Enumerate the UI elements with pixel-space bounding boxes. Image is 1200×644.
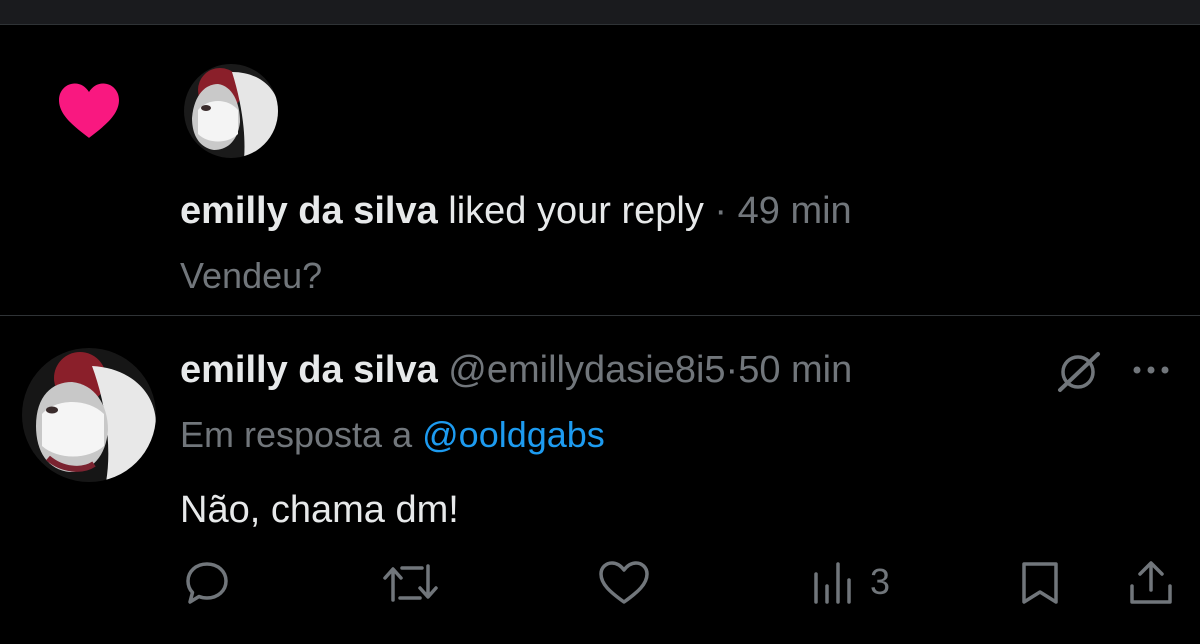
avatar[interactable] xyxy=(184,64,278,158)
tweet-header: emilly da silva @emillydasie8i5·50 min xyxy=(180,346,852,394)
views-button[interactable]: 3 xyxy=(808,558,908,608)
liked-reply-text: Vendeu? xyxy=(180,255,323,296)
reply-prefix: Em resposta a xyxy=(180,414,413,455)
tweet-avatar[interactable] xyxy=(22,348,156,482)
notification-time: 49 min xyxy=(737,190,852,232)
bookmark-button[interactable] xyxy=(1016,558,1064,608)
top-bar xyxy=(0,0,1200,25)
tweet-user-name[interactable]: emilly da silva xyxy=(180,349,438,391)
more-options-icon[interactable] xyxy=(1126,358,1176,382)
notification-action-text: liked your reply xyxy=(448,190,704,232)
reply-mention-link[interactable]: @ooldgabs xyxy=(422,414,605,455)
divider xyxy=(0,315,1200,316)
retweet-icon xyxy=(383,564,438,602)
reply-context: Em resposta a @ooldgabs xyxy=(180,412,605,458)
share-icon xyxy=(1130,561,1172,604)
like-button[interactable] xyxy=(596,558,652,608)
views-chart-icon xyxy=(814,562,851,604)
tweet-time[interactable]: 50 min xyxy=(738,349,852,391)
separator-dot: · xyxy=(725,349,739,391)
bookmark-icon xyxy=(1022,562,1058,604)
notification-user-name[interactable]: emilly da silva xyxy=(180,190,438,232)
views-count: 3 xyxy=(870,561,891,602)
reply-button[interactable] xyxy=(182,558,232,608)
heart-icon xyxy=(59,83,119,138)
separator-dot: · xyxy=(714,190,728,232)
share-button[interactable] xyxy=(1124,558,1178,608)
grok-icon[interactable] xyxy=(1052,350,1106,394)
notification-summary: emilly da silva liked your reply · 49 mi… xyxy=(180,188,852,234)
tweet-text: Não, chama dm! xyxy=(180,489,459,531)
retweet-button[interactable] xyxy=(380,558,442,608)
heart-outline-icon xyxy=(599,561,649,604)
comment-icon xyxy=(186,562,228,604)
tweet-handle[interactable]: @emillydasie8i5 xyxy=(448,349,725,391)
